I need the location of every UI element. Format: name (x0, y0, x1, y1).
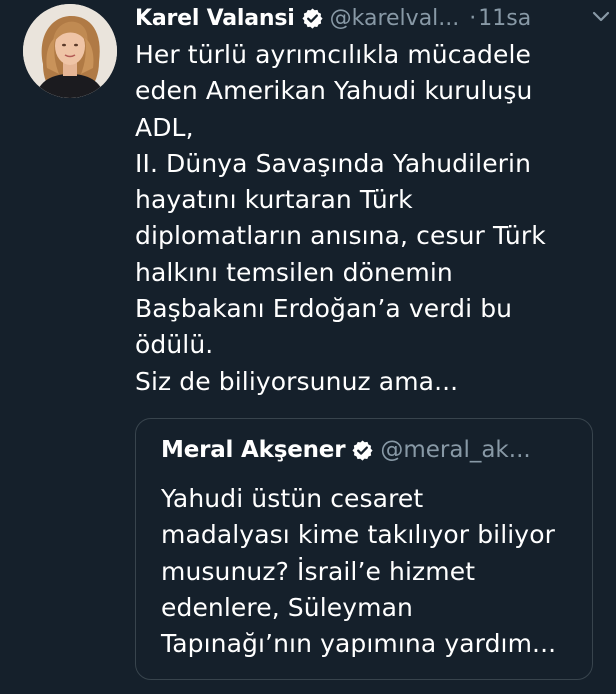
tweet-text: Her türlü ayrımcılıkla mücadele eden Ame… (135, 40, 546, 396)
tweet-timestamp[interactable]: 11sa (478, 6, 531, 31)
author-handle[interactable]: @karelval... (330, 6, 460, 31)
quoted-tweet-header: Meral Akşener @meral_ak... (161, 437, 531, 463)
author-name[interactable]: Karel Valansi (135, 6, 295, 31)
author-avatar[interactable] (23, 4, 117, 98)
avatar-photo (23, 4, 117, 98)
quoted-author-name: Meral Akşener (161, 437, 346, 463)
tweet[interactable]: Karel Valansi @karelval... · 11sa Her tü… (0, 0, 616, 694)
quoted-tweet-text: Yahudi üstün cesaret madalyası kime takı… (161, 484, 557, 659)
chevron-down-icon[interactable] (592, 10, 610, 24)
tweet-header: Karel Valansi @karelval... · 11sa (135, 0, 605, 36)
verified-badge-icon (352, 439, 373, 461)
quoted-author-handle: @meral_ak... (380, 437, 531, 463)
verified-badge-icon (302, 7, 323, 29)
quoted-tweet[interactable]: Meral Akşener @meral_ak... Yahudi üstün … (135, 418, 593, 680)
separator-dot: · (469, 5, 477, 31)
tweet-body: Karel Valansi @karelval... · 11sa Her tü… (135, 0, 605, 400)
